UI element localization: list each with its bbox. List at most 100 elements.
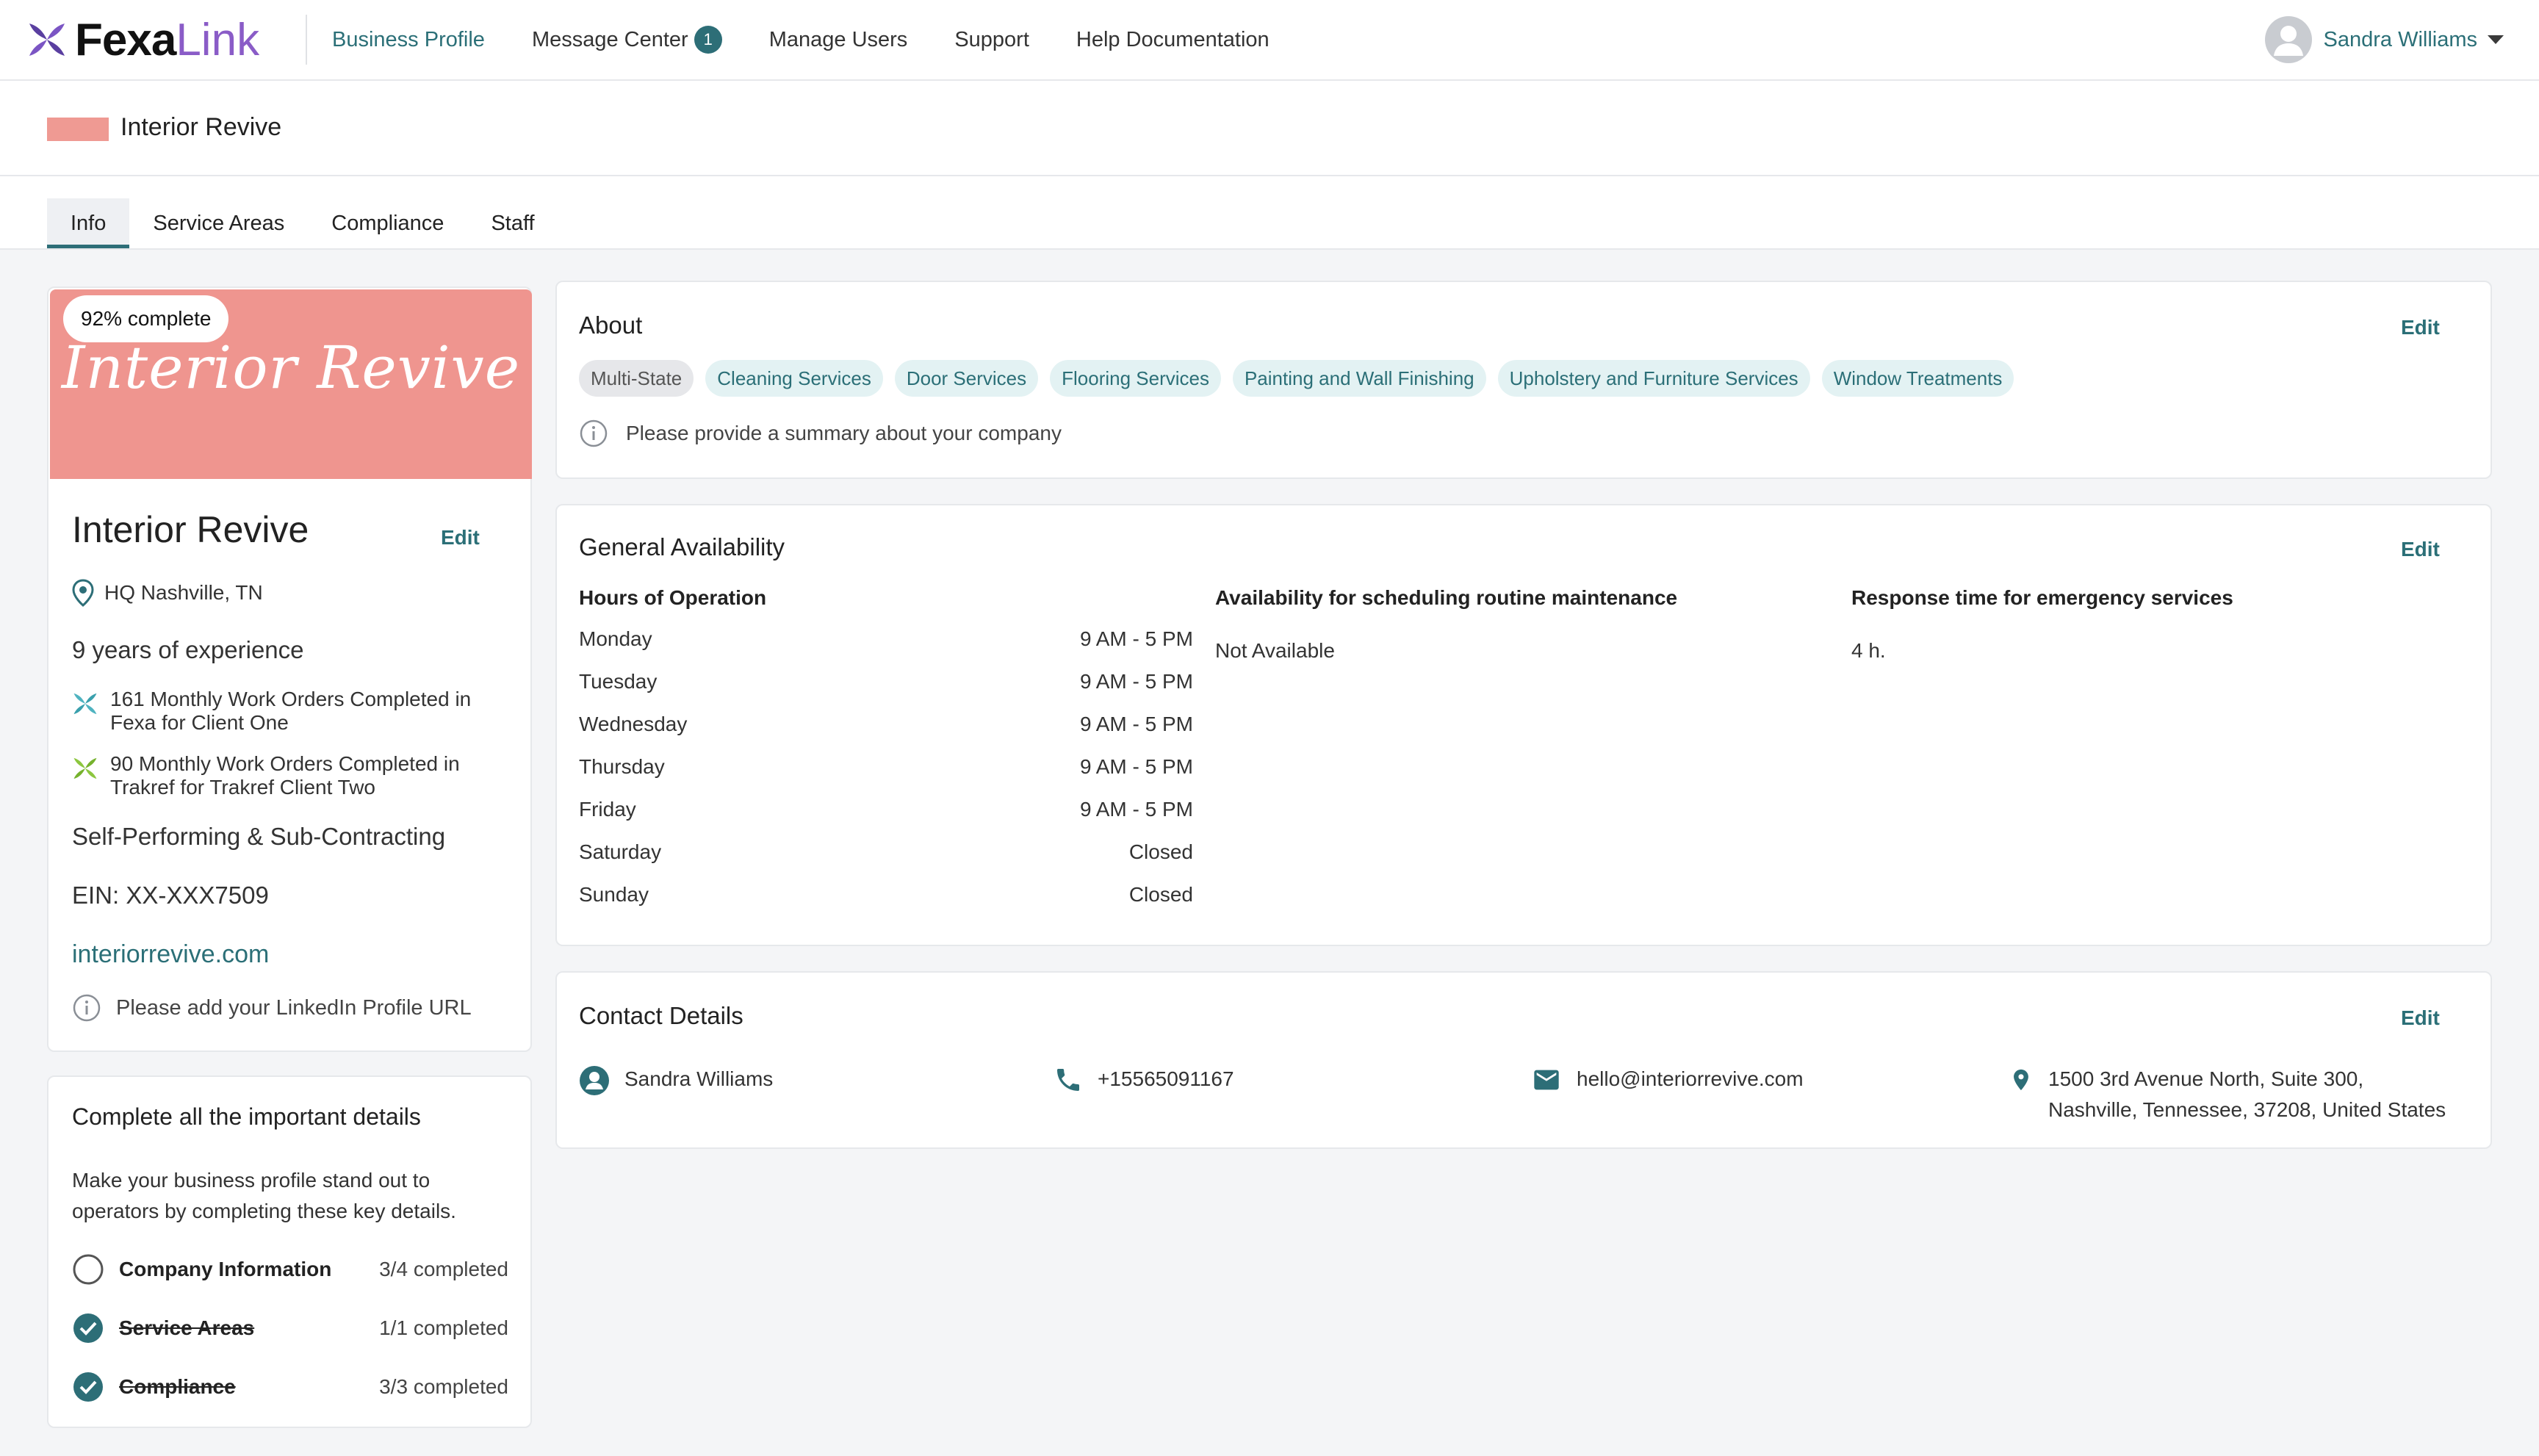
nav-label: Support	[954, 27, 1029, 51]
nav-label: Help Documentation	[1076, 27, 1270, 51]
checklist-item-company-information[interactable]: Company Information 3/4 completed	[72, 1252, 508, 1287]
address-line: 1500 3rd Avenue North, Suite 300,	[2048, 1067, 2364, 1090]
tag-chip: Window Treatments	[1821, 360, 2014, 397]
website-link[interactable]: interiorrevive.com	[72, 940, 269, 969]
experience-text: 9 years of experience	[72, 636, 304, 663]
mail-icon	[1534, 1070, 1559, 1090]
nav-business-profile[interactable]: Business Profile	[332, 28, 485, 52]
empty-circle-icon	[73, 1254, 104, 1285]
day-label: Tuesday	[579, 670, 658, 693]
contact-phone[interactable]: +15565091167	[1054, 1064, 1234, 1095]
edit-availability-button[interactable]: Edit	[2401, 538, 2440, 561]
company-logo-thumbnail	[47, 118, 109, 141]
banner-logo-text: Interior Revive	[61, 334, 521, 402]
tab-info[interactable]: Info	[47, 198, 130, 248]
tag-chip: Cleaning Services	[705, 360, 883, 397]
checklist-item-compliance[interactable]: Compliance 3/3 completed	[72, 1369, 508, 1405]
tab-staff[interactable]: Staff	[467, 198, 558, 248]
general-availability-card: General Availability Edit Hours of Opera…	[555, 504, 2492, 946]
account-circle-icon	[580, 1066, 609, 1095]
hours-value: 9 AM - 5 PM	[1079, 798, 1193, 821]
work-orders-line: Fexa for Client One	[110, 711, 289, 734]
nav-label: Message Center	[531, 27, 688, 51]
performing-mode: Self-Performing & Sub-Contracting	[72, 823, 446, 850]
nav-label: Business Profile	[332, 27, 485, 51]
about-title: About	[579, 311, 643, 339]
work-orders-fexa: 161 Monthly Work Orders Completed in Fex…	[72, 688, 471, 735]
check-circle-icon	[73, 1372, 103, 1402]
contact-name: Sandra Williams	[624, 1067, 774, 1090]
work-orders-trakref: 90 Monthly Work Orders Completed in Trak…	[72, 752, 460, 799]
contact-title: Contact Details	[579, 1002, 743, 1029]
tag-chip: Multi-State	[579, 360, 694, 397]
info-icon	[580, 419, 608, 447]
hq-location: HQ Nashville, TN	[72, 579, 263, 607]
message-count-badge: 1	[694, 26, 722, 54]
about-card: About Edit Multi-State Cleaning Services…	[555, 281, 2492, 479]
hours-value: Closed	[1128, 840, 1193, 863]
top-navigation: Fexa Link Business Profile Message Center…	[0, 0, 2539, 81]
nav-help-documentation[interactable]: Help Documentation	[1076, 28, 1270, 52]
location-text: HQ Nashville, TN	[104, 581, 263, 604]
company-name: Interior Revive	[72, 509, 309, 550]
tag-chip: Door Services	[894, 360, 1039, 397]
company-header-title: Interior Revive	[120, 113, 282, 141]
emergency-value: 4 h.	[1851, 639, 1886, 662]
nav-message-center[interactable]: Message Center 1	[532, 26, 722, 54]
check-circle-icon	[73, 1313, 103, 1343]
fexalink-logo[interactable]: Fexa Link	[26, 10, 259, 69]
edit-about-button[interactable]: Edit	[2401, 316, 2440, 339]
checklist-item-label: Company Information	[119, 1258, 332, 1280]
fexa-logo-icon	[29, 24, 65, 56]
edit-profile-button[interactable]: Edit	[441, 526, 480, 549]
nav-support[interactable]: Support	[954, 28, 1029, 52]
hours-row-sunday: Sunday Closed	[579, 883, 1193, 907]
contact-address: 1500 3rd Avenue North, Suite 300, Nashvi…	[2009, 1064, 2446, 1125]
user-menu[interactable]: Sandra Williams	[2264, 16, 2504, 63]
linkedin-notice-text: Please add your LinkedIn Profile URL	[116, 995, 472, 1020]
phone-icon	[1057, 1069, 1079, 1091]
hours-row-tuesday: Tuesday 9 AM - 5 PM	[579, 670, 1193, 693]
emergency-heading: Response time for emergency services	[1851, 586, 2233, 609]
contact-email[interactable]: hello@interiorrevive.com	[1531, 1064, 1804, 1095]
nav-divider	[306, 15, 307, 65]
day-label: Monday	[579, 627, 652, 650]
contact-person: Sandra Williams	[579, 1064, 773, 1096]
linkedin-notice: Please add your LinkedIn Profile URL	[72, 993, 472, 1023]
day-label: Thursday	[579, 755, 665, 778]
tab-service-areas[interactable]: Service Areas	[129, 198, 308, 248]
tag-chip: Upholstery and Furniture Services	[1497, 360, 1810, 397]
profile-tabs: Info Service Areas Compliance Staff	[47, 198, 558, 248]
checklist-item-service-areas[interactable]: Service Areas 1/1 completed	[72, 1311, 508, 1346]
user-name: Sandra Williams	[2323, 27, 2478, 51]
trakref-client-icon	[73, 757, 97, 779]
company-header: Interior Revive	[0, 81, 2539, 176]
work-orders-line: 90 Monthly Work Orders Completed in	[110, 752, 460, 775]
about-summary-text: Please provide a summary about your comp…	[626, 422, 1062, 444]
maintenance-value: Not Available	[1215, 639, 1335, 662]
contact-email-address: hello@interiorrevive.com	[1577, 1067, 1804, 1090]
work-orders-line: Trakref for Trakref Client Two	[110, 776, 375, 799]
tab-compliance[interactable]: Compliance	[308, 198, 467, 248]
completion-checklist-card: Complete all the important details Make …	[47, 1075, 532, 1428]
checklist-title: Complete all the important details	[72, 1103, 421, 1130]
hours-value: 9 AM - 5 PM	[1079, 755, 1193, 778]
completeness-badge: 92% complete	[63, 295, 229, 342]
tag-chip: Painting and Wall Finishing	[1232, 360, 1486, 397]
hours-value: 9 AM - 5 PM	[1079, 713, 1193, 735]
location-pin-icon	[72, 579, 94, 607]
about-summary-notice: Please provide a summary about your comp…	[579, 419, 1062, 448]
hours-row-saturday: Saturday Closed	[579, 840, 1193, 864]
hours-row-wednesday: Wednesday 9 AM - 5 PM	[579, 713, 1193, 736]
info-icon	[73, 994, 101, 1022]
fexa-client-icon	[73, 693, 97, 715]
hours-row-thursday: Thursday 9 AM - 5 PM	[579, 755, 1193, 779]
address-line: Nashville, Tennessee, 37208, United Stat…	[2048, 1098, 2446, 1121]
nav-manage-users[interactable]: Manage Users	[769, 28, 908, 52]
edit-contact-button[interactable]: Edit	[2401, 1006, 2440, 1030]
day-label: Wednesday	[579, 713, 688, 735]
chevron-down-icon	[2488, 35, 2504, 44]
user-avatar-icon	[2273, 26, 2303, 56]
hours-row-friday: Friday 9 AM - 5 PM	[579, 798, 1193, 821]
logo-text-fexa: Fexa	[75, 14, 176, 65]
